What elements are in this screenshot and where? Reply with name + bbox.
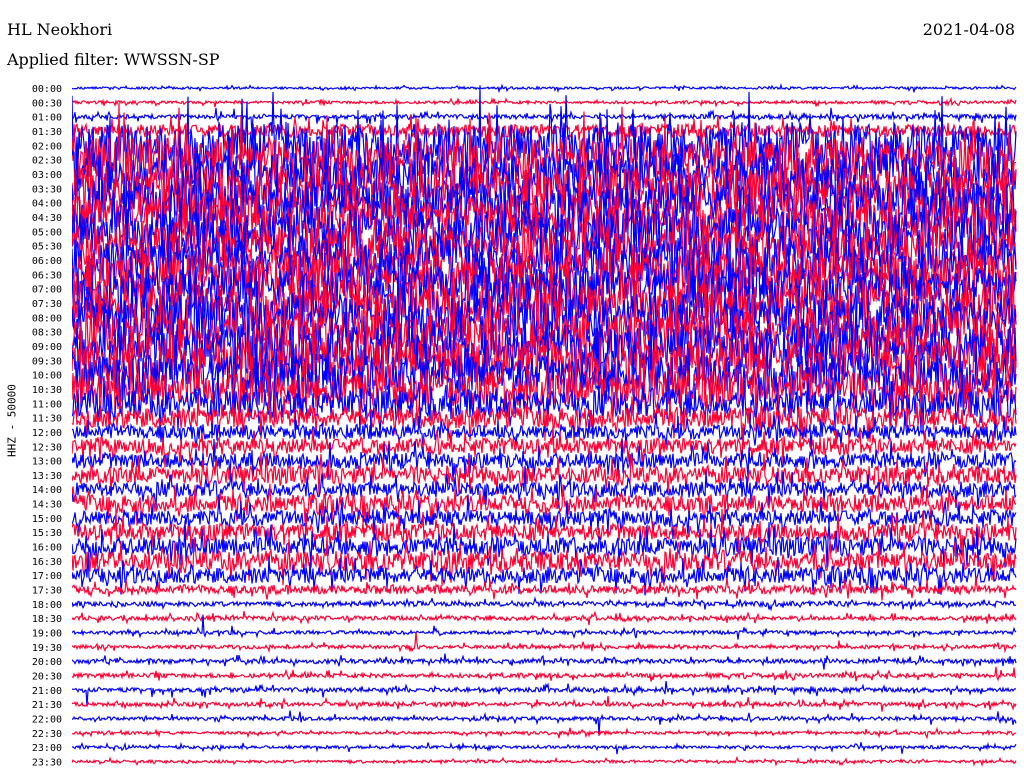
trace-1830 (72, 610, 1017, 626)
row-time-label: 02:00 (32, 141, 62, 152)
row-time-label: 04:00 (32, 199, 62, 210)
row-time-label: 10:00 (32, 371, 62, 382)
row-time-label: 07:30 (32, 299, 62, 310)
row-time-label: 19:00 (32, 629, 62, 640)
row-time-label: 11:00 (32, 399, 62, 410)
row-time-label: 15:30 (32, 528, 62, 539)
trace-1800 (72, 596, 1017, 612)
row-time-label: 13:30 (32, 471, 62, 482)
row-time-label: 20:00 (32, 657, 62, 668)
row-time-label: 00:30 (32, 98, 62, 109)
row-time-label: 06:30 (32, 270, 62, 281)
row-time-label: 10:30 (32, 385, 62, 396)
trace-2000 (72, 653, 1017, 670)
row-time-label: 06:00 (32, 256, 62, 267)
trace-2330 (72, 755, 1017, 768)
row-time-label: 09:00 (32, 342, 62, 353)
row-time-label: 12:30 (32, 442, 62, 453)
row-time-label: 18:00 (32, 600, 62, 611)
row-time-label: 23:00 (32, 743, 62, 754)
row-time-label: 14:00 (32, 485, 62, 496)
row-time-label: 08:00 (32, 313, 62, 324)
trace-2230 (72, 726, 1017, 740)
row-time-label: 05:00 (32, 227, 62, 238)
trace-2130 (72, 695, 1017, 712)
row-time-label: 15:00 (32, 514, 62, 525)
helicorder-plot: 00:00 00:30 01:00 01:30 02:00 02:30 03:00 03:30… (32, 83, 1017, 769)
trace-2300 (72, 741, 1017, 755)
row-time-label: 17:30 (32, 586, 62, 597)
row-time-label: 00:00 (32, 84, 62, 95)
trace-1930 (72, 632, 1017, 654)
row-time-label: 21:00 (32, 686, 62, 697)
row-time-label: 16:00 (32, 543, 62, 554)
row-time-label: 11:30 (32, 414, 62, 425)
row-time-label: 17:00 (32, 571, 62, 582)
row-time-label: 07:00 (32, 285, 62, 296)
row-time-label: 02:30 (32, 156, 62, 167)
row-time-label: 01:00 (32, 113, 62, 124)
row-time-label: 01:30 (32, 127, 62, 138)
row-time-label: 22:30 (32, 729, 62, 740)
row-time-label: 14:30 (32, 500, 62, 511)
row-time-label: 13:00 (32, 457, 62, 468)
row-time-label: 20:30 (32, 672, 62, 683)
row-time-label: 04:30 (32, 213, 62, 224)
trace-0030 (72, 96, 1017, 108)
row-time-label: 03:30 (32, 184, 62, 195)
row-time-label: 22:00 (32, 715, 62, 726)
row-time-label: 08:30 (32, 328, 62, 339)
row-time-label: 18:30 (32, 614, 62, 625)
row-time-label: 21:30 (32, 700, 62, 711)
trace-0000 (72, 83, 1017, 94)
row-time-label: 23:30 (32, 758, 62, 769)
row-time-label: 16:30 (32, 557, 62, 568)
row-time-label: 09:30 (32, 356, 62, 367)
row-time-label: 19:30 (32, 643, 62, 654)
trace-2030 (72, 666, 1017, 682)
row-time-label: 05:30 (32, 242, 62, 253)
row-time-label: 03:00 (32, 170, 62, 181)
row-time-label: 12:00 (32, 428, 62, 439)
